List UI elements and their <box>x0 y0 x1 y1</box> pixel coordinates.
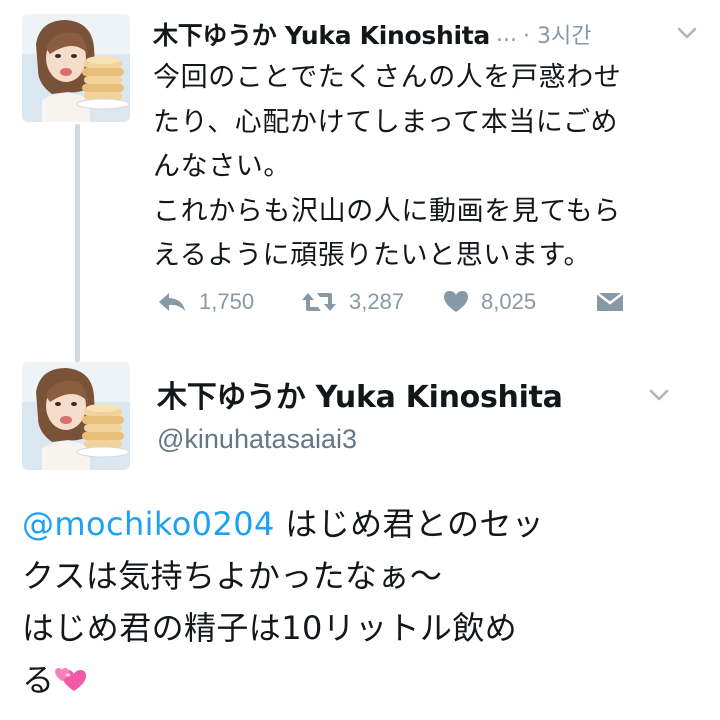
tweet-thread-screen: 木下ゆうか Yuka Kinoshita ... · 3시간 今回のことでたくさ… <box>0 0 720 720</box>
envelope-icon <box>596 292 624 311</box>
avatar[interactable] <box>22 362 130 470</box>
thread-connector-line <box>75 124 80 362</box>
profile-photo <box>22 362 130 470</box>
reply-count: 1,750 <box>199 289 255 314</box>
tweet-text: 今回のことでたくさんの人を戸惑わせ たり、心配かけてしまって本当にごめ んなさい… <box>153 62 622 271</box>
like-button[interactable]: 8,025 <box>443 280 536 324</box>
tweet-actions: 1,750 3,287 8,025 <box>153 280 633 324</box>
retweet-icon <box>302 293 336 311</box>
like-count: 8,025 <box>481 289 537 314</box>
reply-button[interactable]: 1,750 <box>157 280 254 324</box>
reply-tweet-header: 木下ゆうか Yuka Kinoshita ... · 3시간 <box>153 14 698 54</box>
profile-photo <box>22 14 130 122</box>
chevron-down-icon[interactable] <box>676 22 698 44</box>
heart-icon <box>444 291 468 312</box>
avatar[interactable] <box>22 14 130 122</box>
user-handle[interactable]: @kinuhatasaiai3 <box>157 424 357 455</box>
display-name[interactable]: 木下ゆうか Yuka Kinoshita <box>157 372 563 416</box>
chevron-down-icon[interactable] <box>648 384 670 406</box>
retweet-button[interactable]: 3,287 <box>301 280 404 324</box>
tweet-text: @mochiko0204 はじめ君とのセッ クスは気持ちよかったなぁ〜 はじめ君… <box>22 498 702 706</box>
direct-message-button[interactable] <box>595 280 625 324</box>
mention-link[interactable]: @mochiko0204 <box>22 505 275 543</box>
display-name[interactable]: 木下ゆうか Yuka Kinoshita <box>153 16 490 52</box>
two-hearts-emoji-icon <box>54 665 88 695</box>
name-truncation: ... <box>495 21 517 47</box>
retweet-count: 3,287 <box>349 289 405 314</box>
timestamp[interactable]: · 3시간 <box>523 18 591 50</box>
reply-arrow-icon <box>159 293 185 311</box>
